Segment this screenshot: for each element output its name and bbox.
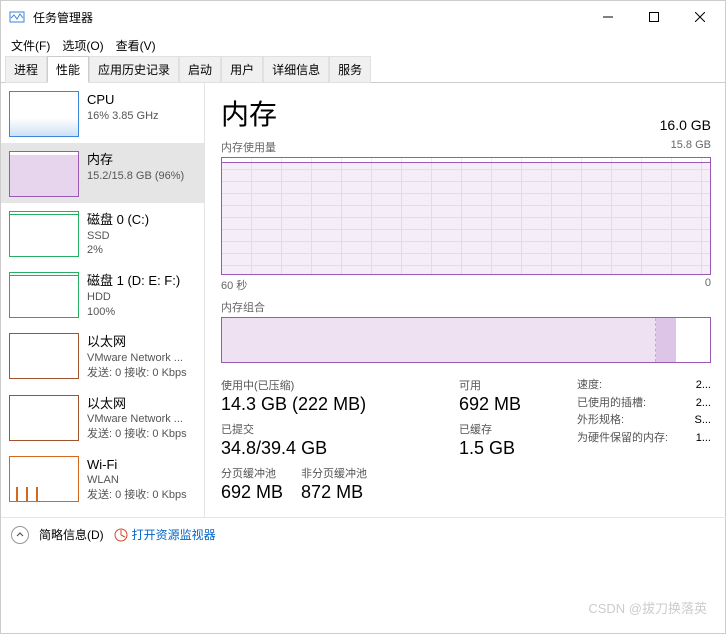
tabbar: 进程 性能 应用历史记录 启动 用户 详细信息 服务 <box>1 57 726 83</box>
nonpaged-label: 非分页缓冲池 <box>301 465 367 481</box>
hw-reserved-label: 为硬件保留的内存: <box>577 430 668 448</box>
usage-chart-label: 内存使用量 <box>221 139 276 155</box>
sidebar-item-label: 磁盘 1 (D: E: F:) <box>87 272 180 290</box>
brief-info-label[interactable]: 简略信息(D) <box>39 526 104 543</box>
tab-app-history[interactable]: 应用历史记录 <box>89 56 179 83</box>
window-title: 任务管理器 <box>33 9 585 26</box>
speed-value: 2... <box>696 377 711 395</box>
menu-options[interactable]: 选项(O) <box>56 35 109 56</box>
slots-label: 已使用的插槽: <box>577 395 646 413</box>
net-sparkline <box>9 333 79 379</box>
form-value: S... <box>694 412 711 430</box>
sidebar-item-disk-0[interactable]: 磁盘 0 (C:)SSD2% <box>1 203 204 264</box>
tab-services[interactable]: 服务 <box>329 56 371 83</box>
available-value: 692 MB <box>459 394 559 415</box>
sidebar-item-wifi[interactable]: Wi-FiWLAN发送: 0 接收: 0 Kbps <box>1 448 204 509</box>
committed-label: 已提交 <box>221 421 441 437</box>
disk-sparkline <box>9 272 79 318</box>
toggle-brief-button[interactable] <box>11 526 29 544</box>
memory-usage-chart <box>221 157 711 275</box>
axis-right: 0 <box>705 277 711 293</box>
memory-sparkline <box>9 151 79 197</box>
form-label: 外形规格: <box>577 412 624 430</box>
menu-view[interactable]: 查看(V) <box>110 35 162 56</box>
cpu-sparkline <box>9 91 79 137</box>
disk-sparkline <box>9 211 79 257</box>
memory-capacity: 16.0 GB <box>660 117 711 133</box>
sidebar-item-label: 以太网 <box>87 395 187 413</box>
axis-left: 60 秒 <box>221 277 247 293</box>
titlebar: 任务管理器 <box>1 1 726 33</box>
in-use-label: 使用中(已压缩) <box>221 377 441 393</box>
sidebar-item-ethernet-2[interactable]: 以太网VMware Network ...发送: 0 接收: 0 Kbps <box>1 387 204 448</box>
sidebar: CPU16% 3.85 GHz 内存15.2/15.8 GB (96%) 磁盘 … <box>1 83 205 517</box>
footer: 简略信息(D) 打开资源监视器 <box>1 517 726 551</box>
open-resmon-link[interactable]: 打开资源监视器 <box>114 526 216 543</box>
cached-label: 已缓存 <box>459 421 559 437</box>
in-use-value: 14.3 GB (222 MB) <box>221 394 441 415</box>
committed-value: 34.8/39.4 GB <box>221 438 441 459</box>
main-panel: 内存 16.0 GB 内存使用量 15.8 GB 60 秒 0 内存组合 使用中(已… <box>205 83 726 517</box>
content: CPU16% 3.85 GHz 内存15.2/15.8 GB (96%) 磁盘 … <box>1 83 726 517</box>
sidebar-item-memory[interactable]: 内存15.2/15.8 GB (96%) <box>1 143 204 203</box>
menubar: 文件(F) 选项(O) 查看(V) <box>1 33 726 57</box>
sidebar-item-label: 磁盘 0 (C:) <box>87 211 149 229</box>
sidebar-item-ethernet-1[interactable]: 以太网VMware Network ...发送: 0 接收: 0 Kbps <box>1 325 204 386</box>
sidebar-item-label: Wi-Fi <box>87 456 187 474</box>
sidebar-item-disk-1[interactable]: 磁盘 1 (D: E: F:)HDD100% <box>1 264 204 325</box>
sidebar-item-label: 内存 <box>87 151 184 169</box>
sidebar-item-label: CPU <box>87 91 159 109</box>
cached-value: 1.5 GB <box>459 438 559 459</box>
page-title: 内存 <box>221 93 277 133</box>
resmon-icon <box>114 528 128 542</box>
minimize-button[interactable] <box>585 1 631 33</box>
tab-users[interactable]: 用户 <box>221 56 263 83</box>
tab-startup[interactable]: 启动 <box>179 56 221 83</box>
watermark: CSDN @拔刀换落英 <box>588 598 707 617</box>
menu-file[interactable]: 文件(F) <box>5 35 56 56</box>
net-sparkline <box>9 395 79 441</box>
tab-processes[interactable]: 进程 <box>5 56 47 83</box>
sidebar-item-label: 以太网 <box>87 333 187 351</box>
wifi-sparkline <box>9 456 79 502</box>
close-button[interactable] <box>677 1 723 33</box>
tab-performance[interactable]: 性能 <box>47 56 89 83</box>
memory-composition-chart <box>221 317 711 363</box>
nonpaged-value: 872 MB <box>301 482 367 503</box>
tab-details[interactable]: 详细信息 <box>263 56 329 83</box>
speed-label: 速度: <box>577 377 602 395</box>
paged-value: 692 MB <box>221 482 283 503</box>
composition-chart-label: 内存组合 <box>221 299 265 315</box>
available-label: 可用 <box>459 377 559 393</box>
app-icon <box>9 9 25 25</box>
paged-label: 分页缓冲池 <box>221 465 283 481</box>
usage-chart-max: 15.8 GB <box>671 139 711 155</box>
hw-reserved-value: 1... <box>696 430 711 448</box>
sidebar-item-cpu[interactable]: CPU16% 3.85 GHz <box>1 83 204 143</box>
slots-value: 2... <box>696 395 711 413</box>
maximize-button[interactable] <box>631 1 677 33</box>
